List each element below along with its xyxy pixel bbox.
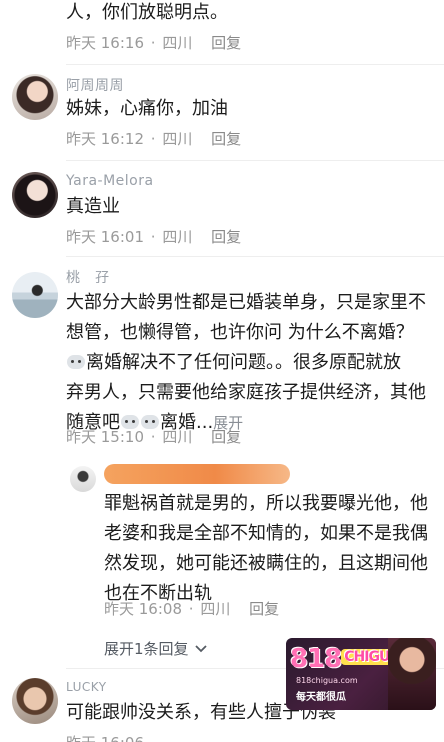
reply-button[interactable]: 回复 (249, 600, 279, 618)
username[interactable]: 桃 孖 (66, 267, 110, 287)
chevron-down-icon (195, 645, 207, 653)
comment-item: Yara-Melora 真造业 昨天 16:01 · 四川 回复 (0, 160, 444, 260)
username[interactable]: 阿周周周 (66, 75, 124, 95)
redacted-username (104, 464, 290, 484)
comment-location: 四川 (162, 428, 193, 446)
reply-button[interactable]: 回复 (211, 428, 241, 446)
comment-text: 真造业 (66, 196, 120, 217)
comment-meta: 昨天 15:10 · 四川 回复 (66, 428, 242, 446)
comment-item: 人，你们放聪明点。 昨天 16:16 · 四川 回复 (0, 0, 444, 60)
comment-text: 姊妹，心痛你，加油 (66, 98, 228, 119)
comment-date: 昨天 16:12 (66, 130, 144, 148)
avatar[interactable] (12, 74, 58, 120)
avatar[interactable] (12, 172, 58, 218)
sub-reply: 罪魁祸首就是男的，所以我要曝光他，他 老婆和我是全部不知情的，如果不是我偶 然发… (0, 456, 444, 626)
comment-location: 四川 (162, 34, 193, 52)
comment-item: 桃 孖 大部分大龄男性都是已婚装单身，只是家里不 想管，也懒得管，也许你问 为什… (0, 256, 444, 456)
comment-text: 人，你们放聪明点。 (66, 2, 228, 23)
comment-line: 然发现，她可能还被瞒住的，且这期间他 (104, 553, 428, 574)
comment-location: 四川 (162, 130, 193, 148)
emoji-icon (67, 355, 85, 369)
comment-line: 弃男人，只需要他给家庭孩子提供经济，其他 (66, 382, 426, 403)
expand-replies-button[interactable]: 展开1条回复 (104, 638, 207, 659)
comment-date: 昨天 16:08 (104, 600, 182, 618)
comment-location: 四川 (200, 600, 231, 618)
comment-item: 阿周周周 姊妹，心痛你，加油 昨天 16:12 · 四川 回复 (0, 64, 444, 164)
watermark-logo: 818 CHIGUA (290, 644, 402, 674)
comment-date: 昨天 16:01 (66, 228, 144, 246)
watermark-slogan: 每天都很瓜 (296, 692, 346, 703)
username[interactable]: Yara-Melora (66, 173, 154, 189)
watermark-image (388, 638, 436, 710)
reply-button[interactable]: 回复 (211, 130, 241, 148)
comment-line: 离婚解决不了任何问题。。很多原配就放 (66, 348, 401, 378)
comment-line: 老婆和我是全部不知情的，如果不是我偶 (104, 523, 428, 544)
comment-date: 昨天 16:06 (66, 734, 144, 742)
comment-meta: 昨天 16:01 · 四川 回复 (66, 228, 242, 246)
username[interactable]: LUCKY (66, 680, 107, 694)
avatar[interactable] (70, 466, 96, 492)
avatar[interactable] (12, 272, 58, 318)
comment-date: 昨天 16:16 (66, 34, 144, 52)
watermark-badge: 818 CHIGUA 818chigua.com 每天都很瓜 (286, 638, 436, 710)
comment-line: 罪魁祸首就是男的，所以我要曝光他，他 (104, 493, 428, 514)
comment-meta: 昨天 16:16 · 四川 回复 (66, 34, 242, 52)
reply-button[interactable]: 回复 (211, 34, 241, 52)
comment-line: 大部分大龄男性都是已婚装单身，只是家里不 (66, 292, 426, 313)
reply-button[interactable]: 回复 (211, 228, 241, 246)
comment-location: 四川 (162, 228, 193, 246)
comment-meta: 昨天 16:06 (66, 732, 144, 742)
comment-line: 想管，也懒得管，也许你问 为什么不离婚？ (66, 322, 414, 343)
comment-meta: 昨天 16:12 · 四川 回复 (66, 130, 242, 148)
avatar[interactable] (12, 678, 58, 724)
comment-date: 昨天 15:10 (66, 428, 144, 446)
watermark-url: 818chigua.com (296, 676, 358, 685)
comment-meta: 昨天 16:08 · 四川 回复 (104, 600, 280, 618)
